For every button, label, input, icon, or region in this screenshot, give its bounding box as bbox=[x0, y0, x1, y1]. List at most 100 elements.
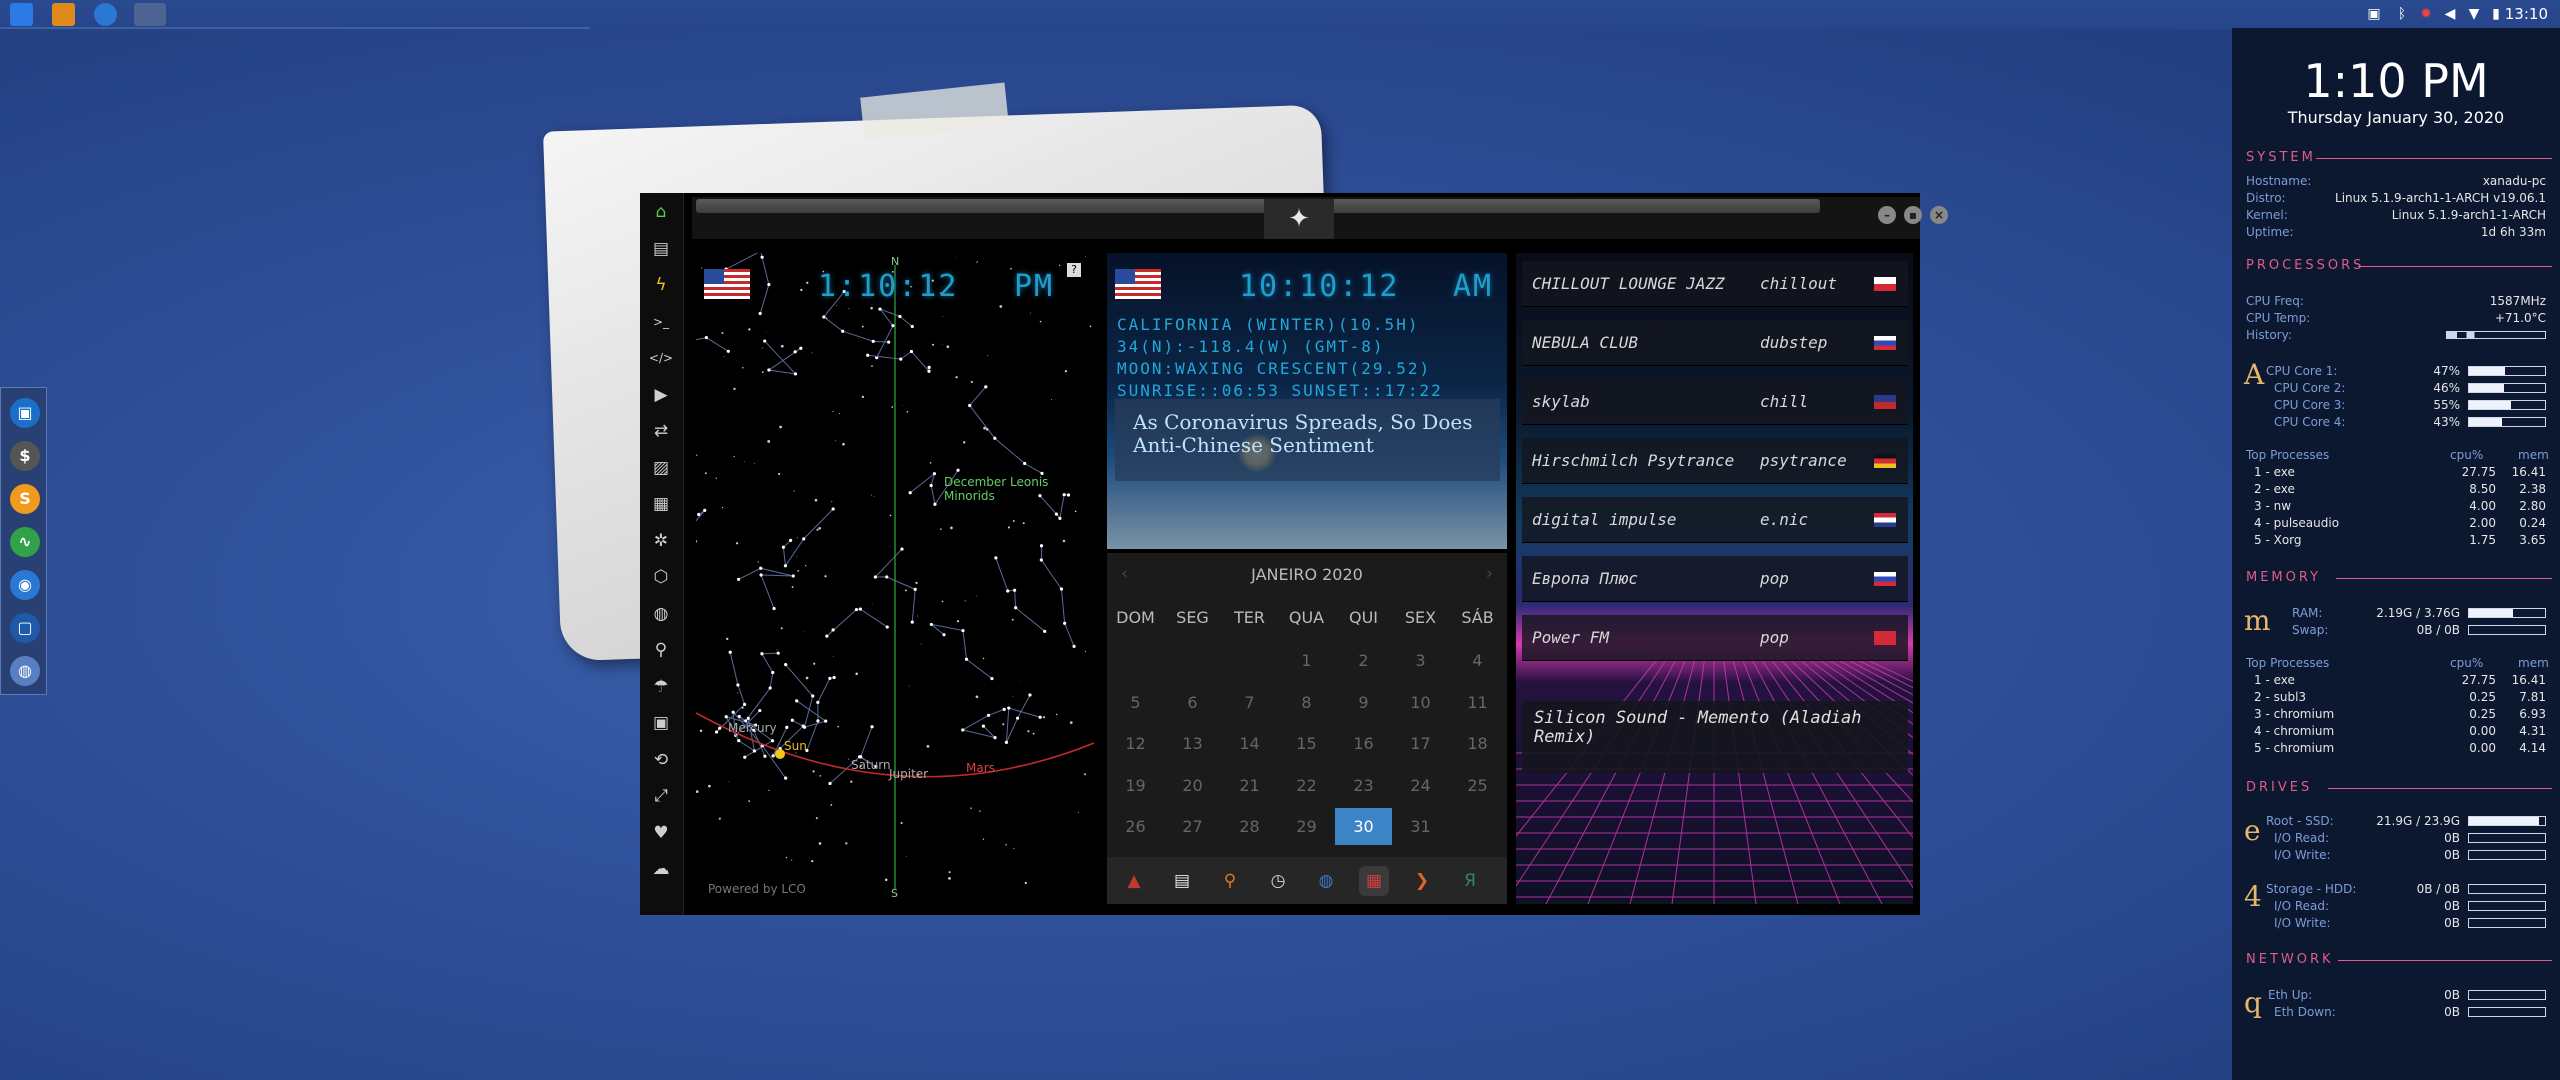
image-tray-icon[interactable]: ▣ bbox=[2366, 6, 2382, 22]
calendar-day[interactable]: 21 bbox=[1221, 767, 1278, 804]
cloud-icon[interactable]: ☁ bbox=[648, 856, 674, 882]
alert-icon[interactable]: ▲ bbox=[1119, 866, 1149, 896]
calendar-app-icon[interactable]: ▦ bbox=[1359, 866, 1389, 896]
contact-icon[interactable]: ▣ bbox=[648, 710, 674, 736]
cpu-core-label: CPU Core 1: bbox=[2266, 364, 2338, 378]
battery-icon[interactable]: ▮ bbox=[2488, 6, 2504, 22]
star-map-panel[interactable]: 1:10:12 PM ? N S December Leonis Minorid… bbox=[696, 253, 1094, 904]
document-icon[interactable]: ▤ bbox=[648, 236, 674, 262]
calendar-day[interactable]: 1 bbox=[1278, 642, 1335, 679]
calendar-day[interactable]: 19 bbox=[1107, 767, 1164, 804]
translate-icon[interactable]: Я bbox=[1455, 866, 1485, 896]
maximize-button[interactable]: ▪ bbox=[1904, 206, 1922, 224]
calendar-day[interactable]: 4 bbox=[1449, 642, 1506, 679]
sublime-icon[interactable]: S bbox=[10, 484, 40, 514]
calendar-day[interactable]: 2 bbox=[1335, 642, 1392, 679]
close-button[interactable]: × bbox=[1930, 206, 1948, 224]
station-row[interactable]: Европа Плюс pop bbox=[1522, 556, 1908, 602]
code-icon[interactable]: </> bbox=[648, 345, 674, 371]
calendar-day[interactable]: 15 bbox=[1278, 725, 1335, 762]
calendar-day[interactable]: 17 bbox=[1392, 725, 1449, 762]
screenshot-icon[interactable]: ▢ bbox=[10, 613, 40, 643]
calendar-day[interactable]: 16 bbox=[1335, 725, 1392, 762]
chromium-icon[interactable]: ◉ bbox=[10, 570, 40, 600]
money-icon[interactable]: $ bbox=[10, 441, 40, 471]
search-icon[interactable]: ⚲ bbox=[648, 637, 674, 663]
calendar-day[interactable]: 13 bbox=[1164, 725, 1221, 762]
minimize-button[interactable]: – bbox=[1878, 206, 1896, 224]
chromium-icon[interactable] bbox=[94, 3, 117, 26]
expand-icon[interactable]: ⤢ bbox=[648, 783, 674, 809]
calendar-day[interactable]: 3 bbox=[1392, 642, 1449, 679]
activity-icon[interactable]: ∿ bbox=[10, 527, 40, 557]
next-month-button[interactable]: › bbox=[1486, 563, 1493, 584]
calendar-day[interactable]: 9 bbox=[1335, 684, 1392, 721]
settings-icon[interactable]: ✲ bbox=[648, 528, 674, 554]
station-row[interactable]: digital impulse e.nic bbox=[1522, 497, 1908, 543]
calendar-day-today[interactable]: 30 bbox=[1335, 808, 1392, 845]
calendar-day[interactable]: 18 bbox=[1449, 725, 1506, 762]
link-icon[interactable]: ⟲ bbox=[648, 747, 674, 773]
calendar-day[interactable]: 29 bbox=[1278, 808, 1335, 845]
station-row[interactable]: CHILLOUT LOUNGE JAZZ chillout bbox=[1522, 261, 1908, 307]
globe-icon[interactable]: ◍ bbox=[10, 656, 40, 686]
file-manager-icon[interactable]: ▣ bbox=[10, 398, 40, 428]
translate-icon[interactable]: ⇄ bbox=[648, 418, 674, 444]
star bbox=[708, 784, 711, 788]
process-name: 5 - chromium bbox=[2254, 741, 2335, 755]
calendar-day[interactable]: 11 bbox=[1449, 684, 1506, 721]
bluetooth-icon[interactable]: ᛒ bbox=[2394, 6, 2410, 22]
news-headline[interactable]: As Coronavirus Spreads, So Does Anti-Chi… bbox=[1133, 411, 1493, 457]
image-icon[interactable]: ▨ bbox=[648, 455, 674, 481]
station-row[interactable]: skylab chill bbox=[1522, 379, 1908, 425]
terminal-icon[interactable]: >_ bbox=[648, 309, 674, 335]
star bbox=[1039, 558, 1043, 562]
calendar-day[interactable]: 31 bbox=[1392, 808, 1449, 845]
desktop-switcher-icon[interactable] bbox=[134, 3, 166, 26]
umbrella-icon[interactable]: ☂ bbox=[648, 674, 674, 700]
arrow-icon[interactable]: ❯ bbox=[1407, 866, 1437, 896]
calendar-day[interactable]: 10 bbox=[1392, 684, 1449, 721]
calendar-day[interactable]: 26 bbox=[1107, 808, 1164, 845]
settings-tray-icon[interactable]: ✹ bbox=[2418, 6, 2434, 22]
calendar-day[interactable]: 6 bbox=[1164, 684, 1221, 721]
calendar-icon[interactable]: ▤ bbox=[1167, 866, 1197, 896]
calendar-day[interactable]: 5 bbox=[1107, 684, 1164, 721]
clock-icon[interactable]: ◷ bbox=[1263, 866, 1293, 896]
flag-icon bbox=[1874, 454, 1896, 468]
news-icon[interactable]: ▦ bbox=[648, 491, 674, 517]
calendar-day[interactable]: 28 bbox=[1221, 808, 1278, 845]
help-button[interactable]: ? bbox=[1067, 263, 1081, 277]
calendar-day[interactable]: 27 bbox=[1164, 808, 1221, 845]
calendar-day[interactable]: 12 bbox=[1107, 725, 1164, 762]
calendar-day[interactable]: 22 bbox=[1278, 767, 1335, 804]
calendar-day[interactable]: 7 bbox=[1221, 684, 1278, 721]
globe-icon[interactable]: ◍ bbox=[648, 601, 674, 627]
heart-icon[interactable]: ♥ bbox=[648, 820, 674, 846]
lightning-icon[interactable]: ϟ bbox=[648, 272, 674, 298]
calendar-day[interactable]: 24 bbox=[1392, 767, 1449, 804]
wifi-icon[interactable]: ▼ bbox=[2466, 6, 2482, 22]
news-headline-box[interactable]: As Coronavirus Spreads, So Does Anti-Chi… bbox=[1115, 399, 1500, 481]
volume-icon[interactable]: ◀ bbox=[2442, 6, 2458, 22]
calendar-day[interactable]: 23 bbox=[1335, 767, 1392, 804]
play-icon[interactable]: ▶ bbox=[648, 382, 674, 408]
calendar-day[interactable]: 25 bbox=[1449, 767, 1506, 804]
file-manager-icon[interactable] bbox=[10, 3, 33, 26]
station-row[interactable]: Power FM pop bbox=[1522, 615, 1908, 661]
station-row[interactable]: Hirschmilch Psytrance psytrance bbox=[1522, 438, 1908, 484]
globe-icon[interactable]: ◍ bbox=[1311, 866, 1341, 896]
world-clock-panel[interactable]: 10:10:12 AM CALIFORNIA (WINTER)(10.5H) 3… bbox=[1107, 253, 1507, 549]
station-row[interactable]: NEBULA CLUB dubstep bbox=[1522, 320, 1908, 366]
calendar-day[interactable]: 14 bbox=[1221, 725, 1278, 762]
hexagon-icon[interactable]: ⬡ bbox=[648, 564, 674, 590]
sublime-icon[interactable] bbox=[52, 3, 75, 26]
calendar-day[interactable]: 20 bbox=[1164, 767, 1221, 804]
calendar-day[interactable]: 8 bbox=[1278, 684, 1335, 721]
search-icon[interactable]: ⚲ bbox=[1215, 866, 1245, 896]
panel-clock[interactable]: 13:10 bbox=[2505, 5, 2548, 23]
divider bbox=[2358, 266, 2552, 267]
home-icon[interactable]: ⌂ bbox=[648, 199, 674, 225]
title-bar[interactable]: ✦ – ▪ × bbox=[692, 197, 1948, 239]
star bbox=[891, 406, 894, 408]
